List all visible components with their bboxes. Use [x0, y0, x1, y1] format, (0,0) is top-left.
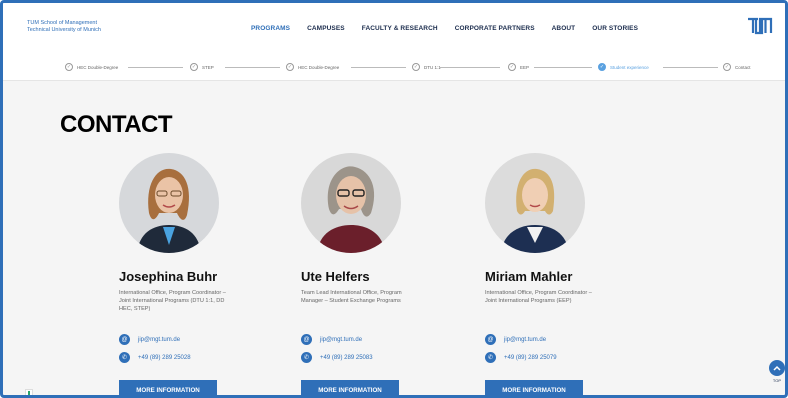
email-icon: @ — [485, 334, 496, 345]
top-navigation-bar: TUM School of Management Technical Unive… — [3, 3, 785, 55]
step-connector — [440, 67, 500, 68]
email-icon: @ — [119, 334, 130, 345]
phone-icon: ✆ — [485, 352, 496, 363]
phone-link[interactable]: +49 (89) 289 25028 — [138, 355, 191, 361]
step-label: HEC Double-Degree — [298, 64, 340, 70]
avatar — [301, 153, 401, 253]
step-connector — [534, 67, 592, 68]
step-label: DTU 1:1 — [424, 64, 441, 70]
email-row[interactable]: @ jip@mgt.tum.de — [301, 334, 362, 345]
email-link[interactable]: jip@mgt.tum.de — [320, 337, 362, 343]
check-icon: ✓ — [190, 63, 198, 71]
step-label: Contact — [735, 64, 751, 70]
step-dtu[interactable]: ✓ DTU 1:1 — [412, 63, 441, 71]
step-eep[interactable]: ✓ EEP — [508, 63, 529, 71]
nav-item-campuses[interactable]: CAMPUSES — [307, 25, 345, 32]
nav-item-programs[interactable]: PROGRAMS — [251, 25, 290, 32]
feedback-indicator-icon — [28, 391, 30, 395]
step-contact[interactable]: ✓ Contact — [723, 63, 751, 71]
contact-name: Miriam Mahler — [485, 269, 573, 284]
more-information-button[interactable]: MORE INFORMATION — [301, 380, 399, 395]
nav-item-corporate-partners[interactable]: CORPORATE PARTNERS — [455, 25, 535, 32]
more-information-button[interactable]: MORE INFORMATION — [119, 380, 217, 395]
phone-row[interactable]: ✆ +49 (89) 289 25083 — [301, 352, 373, 363]
tum-logo-icon[interactable] — [747, 17, 773, 40]
phone-link[interactable]: +49 (89) 289 25083 — [320, 355, 373, 361]
check-icon: ✓ — [65, 63, 73, 71]
step-hec-double-degree-1[interactable]: ✓ HEC Double-Degree — [65, 63, 118, 71]
avatar — [119, 153, 219, 253]
step-connector — [128, 67, 183, 68]
chevron-up-icon — [769, 360, 785, 376]
email-icon: @ — [301, 334, 312, 345]
step-label: EEP — [520, 64, 530, 70]
phone-icon: ✆ — [119, 352, 130, 363]
scroll-to-top-button[interactable]: TOP — [769, 360, 785, 383]
email-row[interactable]: @ jip@mgt.tum.de — [485, 334, 546, 345]
check-icon: ✓ — [286, 63, 294, 71]
step-student-experience[interactable]: ✓ Student experience — [598, 63, 649, 71]
program-stepper: ✓ HEC Double-Degree ✓ STEP ✓ HEC Double-… — [3, 55, 785, 81]
contact-role: Team Lead International Office, Program … — [301, 290, 402, 304]
logo-line-1: TUM School of Management — [27, 20, 98, 26]
step-hec-double-degree-2[interactable]: ✓ HEC Double-Degree — [286, 63, 339, 71]
step-connector — [663, 67, 718, 68]
step-label: STEP — [202, 64, 214, 70]
phone-row[interactable]: ✆ +49 (89) 289 25079 — [485, 352, 557, 363]
check-icon: ✓ — [598, 63, 606, 71]
page-frame: TUM School of Management Technical Unive… — [0, 0, 788, 398]
more-information-button[interactable]: MORE INFORMATION — [485, 380, 583, 395]
email-row[interactable]: @ jip@mgt.tum.de — [119, 334, 180, 345]
check-icon: ✓ — [723, 63, 731, 71]
email-link[interactable]: jip@mgt.tum.de — [504, 337, 546, 343]
check-icon: ✓ — [508, 63, 516, 71]
feedback-tab[interactable] — [25, 389, 33, 395]
email-link[interactable]: jip@mgt.tum.de — [138, 337, 180, 343]
nav-item-our-stories[interactable]: OUR STORIES — [592, 25, 638, 32]
top-label: TOP — [772, 378, 782, 383]
step-connector — [351, 67, 406, 68]
nav-item-faculty-research[interactable]: FACULTY & RESEARCH — [362, 25, 438, 32]
step-connector — [225, 67, 280, 68]
logo-line-2: Technical University of Munich — [27, 27, 101, 33]
contact-name: Josephina Buhr — [119, 269, 218, 284]
step-step[interactable]: ✓ STEP — [190, 63, 214, 71]
step-label: HEC Double-Degree — [77, 64, 119, 70]
check-icon: ✓ — [412, 63, 420, 71]
main-nav: PROGRAMS CAMPUSES FACULTY & RESEARCH COR… — [251, 25, 655, 32]
school-logo[interactable]: TUM School of Management Technical Unive… — [27, 20, 101, 34]
contact-name: Ute Helfers — [301, 269, 370, 284]
page-title: CONTACT — [60, 111, 173, 138]
contact-role: International Office, Program Coordinato… — [119, 290, 226, 312]
avatar — [485, 153, 585, 253]
phone-link[interactable]: +49 (89) 289 25079 — [504, 355, 557, 361]
nav-item-about[interactable]: ABOUT — [552, 25, 576, 32]
phone-row[interactable]: ✆ +49 (89) 289 25028 — [119, 352, 191, 363]
step-label: Student experience — [610, 64, 649, 70]
phone-icon: ✆ — [301, 352, 312, 363]
contact-role: International Office, Program Coordinato… — [485, 290, 592, 304]
